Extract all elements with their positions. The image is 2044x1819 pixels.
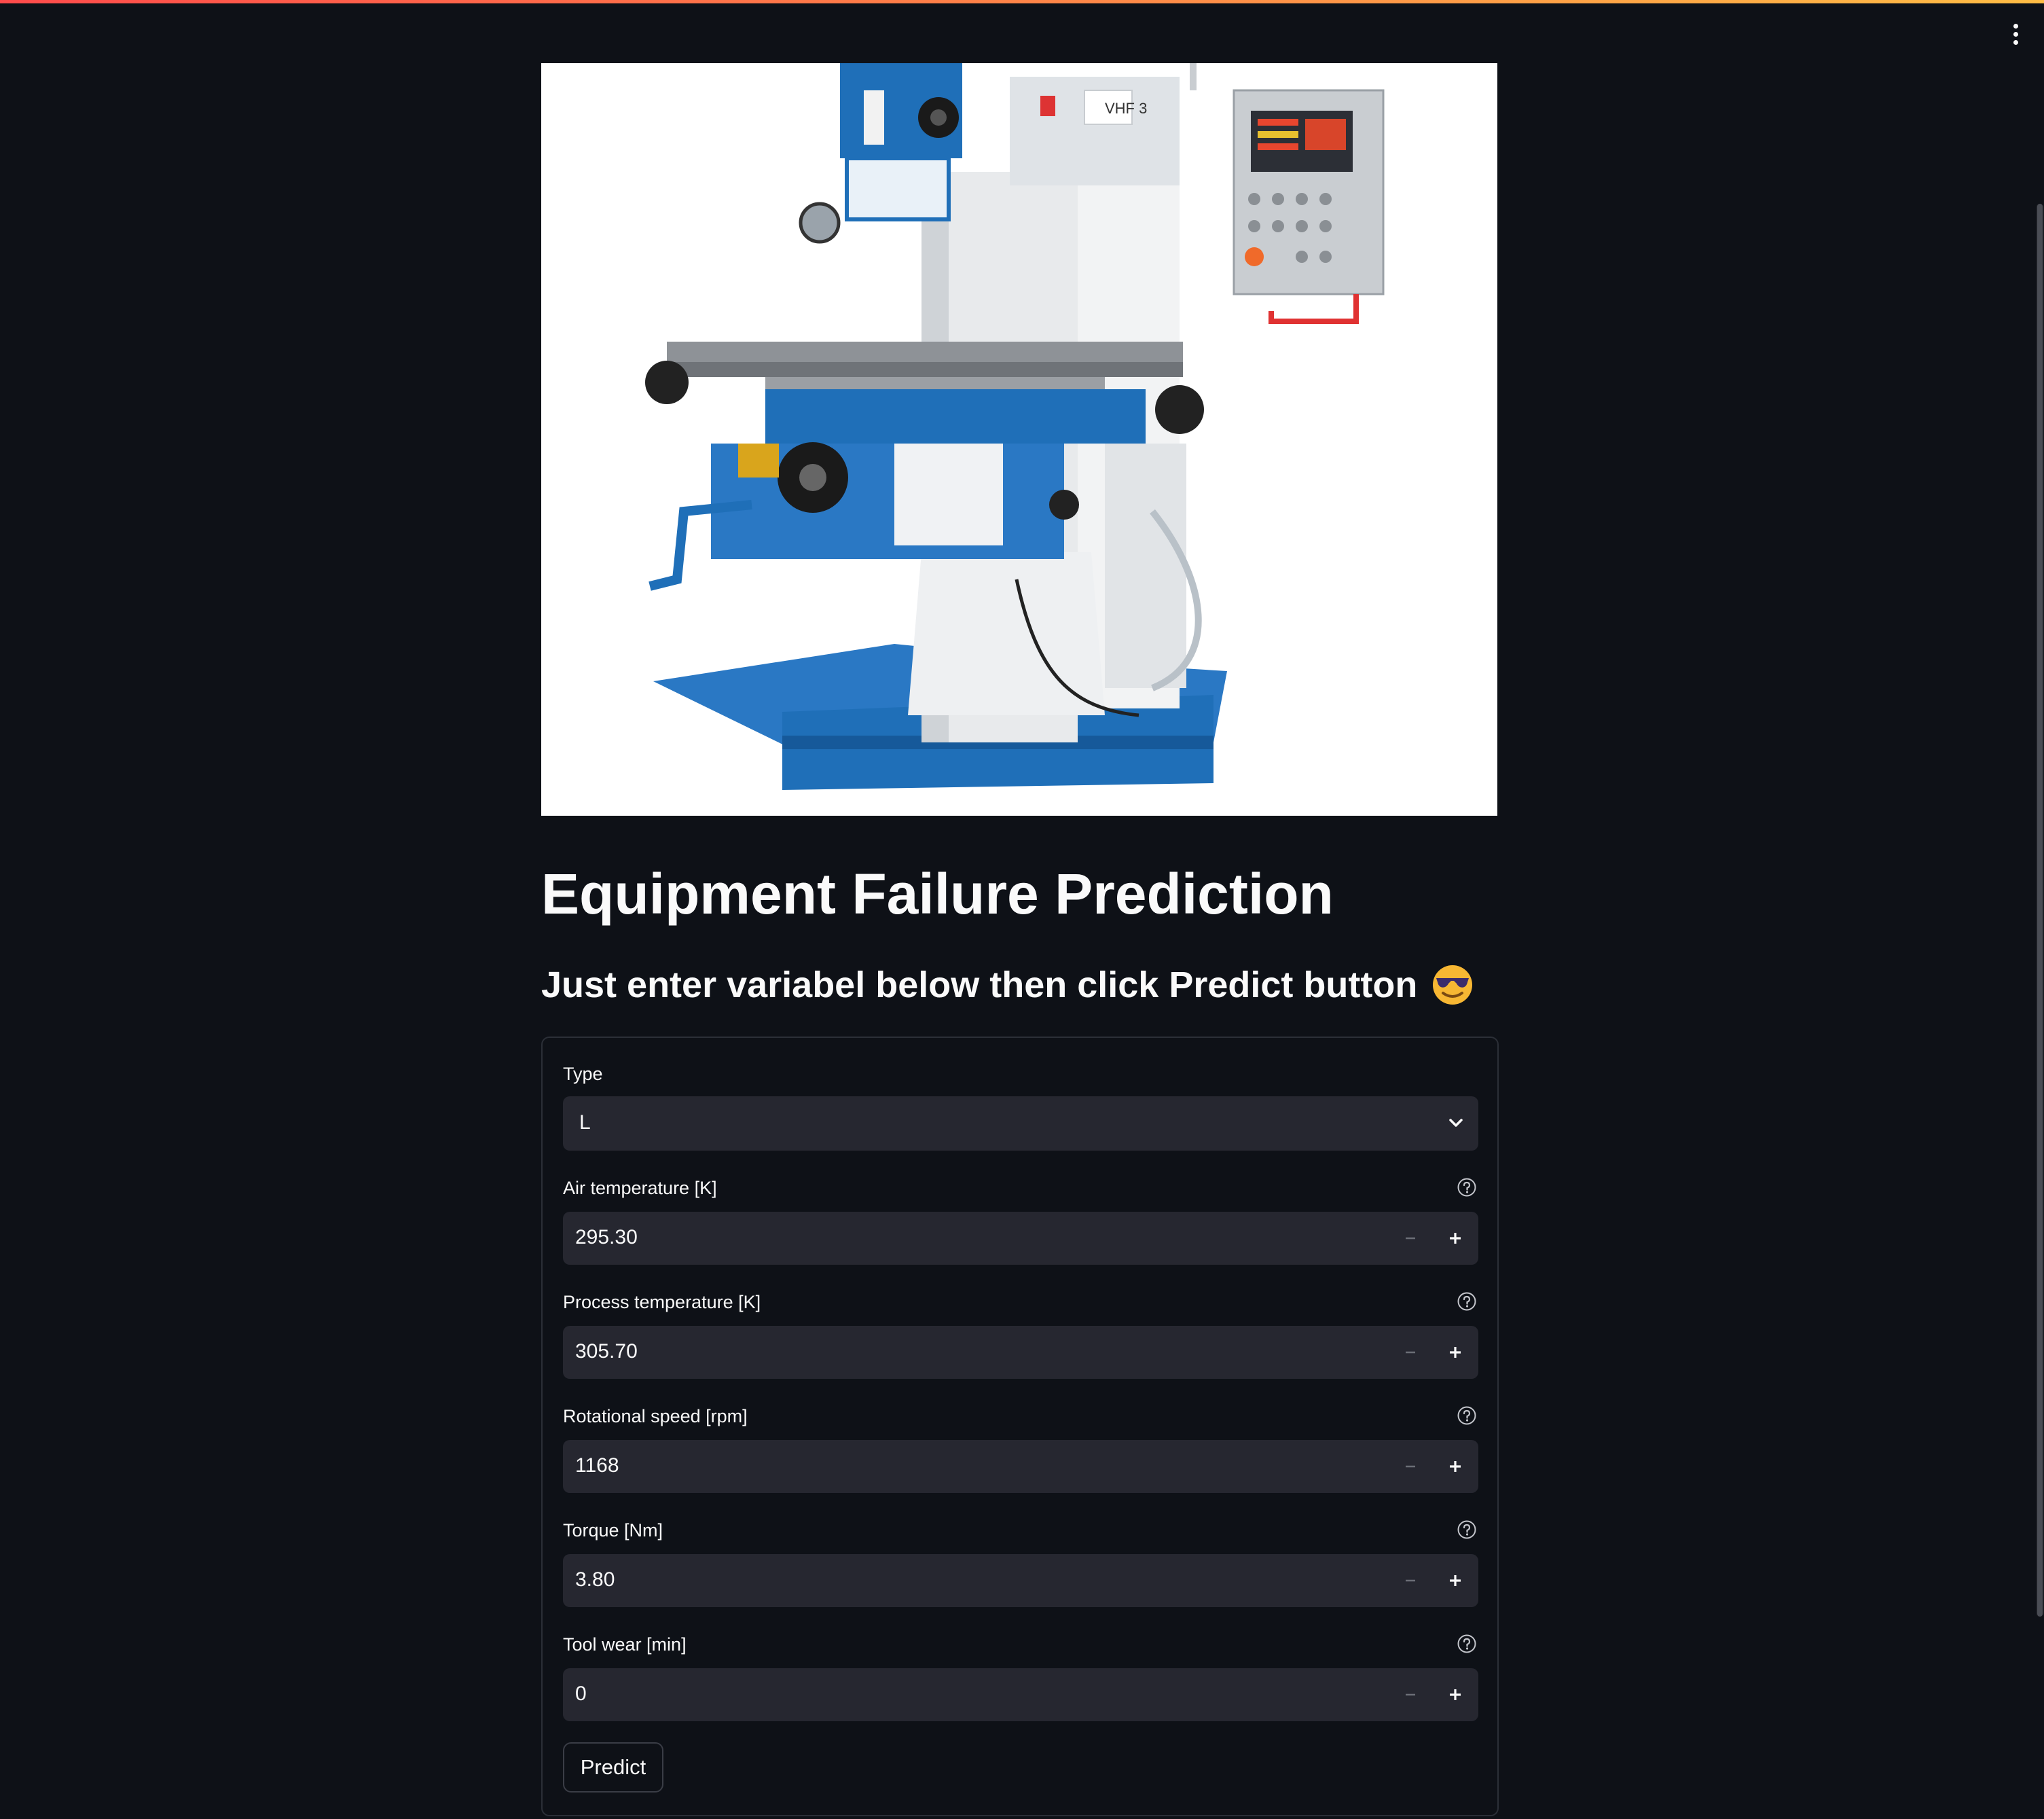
process-temperature-value: 305.70: [575, 1340, 638, 1363]
tool-wear-value: 0: [575, 1682, 587, 1705]
minus-icon: [1406, 1351, 1415, 1354]
torque-decrement-button[interactable]: [1389, 1554, 1432, 1607]
hero-image: VHF 3: [541, 63, 1497, 816]
help-icon[interactable]: [1457, 1519, 1477, 1540]
help-icon[interactable]: [1457, 1634, 1477, 1654]
page-subtitle: Just enter variabel below then click Pre…: [541, 963, 1628, 1007]
plus-icon: [1450, 1689, 1461, 1700]
torque-increment-button[interactable]: [1434, 1554, 1477, 1607]
predict-button[interactable]: Predict: [563, 1742, 663, 1793]
type-select-value: L: [579, 1111, 591, 1134]
tool-wear-label: Tool wear [min]: [563, 1634, 687, 1655]
scrollbar-thumb[interactable]: [2037, 204, 2043, 1617]
prediction-form: Type L Air temperature [K] 295.30 Proces…: [541, 1037, 1499, 1816]
svg-text:VHF 3: VHF 3: [1105, 100, 1147, 117]
torque-input[interactable]: 3.80: [563, 1554, 1478, 1607]
minus-icon: [1406, 1237, 1415, 1240]
air-temperature-increment-button[interactable]: [1434, 1212, 1477, 1265]
type-label: Type: [563, 1064, 603, 1084]
plus-icon: [1450, 1461, 1461, 1472]
subtitle-text: Just enter variabel below then click Pre…: [541, 965, 1418, 1005]
air-temperature-input[interactable]: 295.30: [563, 1212, 1478, 1265]
chevron-down-icon: [1449, 1119, 1463, 1127]
air-temperature-value: 295.30: [575, 1226, 638, 1248]
help-icon[interactable]: [1457, 1291, 1477, 1312]
process-temperature-label: Process temperature [K]: [563, 1292, 761, 1312]
air-temperature-label: Air temperature [K]: [563, 1178, 717, 1198]
minus-icon: [1406, 1693, 1415, 1696]
page-scrollbar[interactable]: [2036, 204, 2044, 1617]
milling-machine-photo: VHF 3: [541, 63, 1497, 816]
plus-icon: [1450, 1347, 1461, 1358]
torque-value: 3.80: [575, 1568, 615, 1591]
rotational-speed-value: 1168: [575, 1454, 619, 1477]
rotational-speed-label: Rotational speed [rpm]: [563, 1406, 748, 1426]
tool-wear-input[interactable]: 0: [563, 1668, 1478, 1721]
plus-icon: [1450, 1233, 1461, 1244]
type-select[interactable]: L: [563, 1096, 1478, 1151]
tool-wear-decrement-button[interactable]: [1389, 1668, 1432, 1721]
rotational-speed-input[interactable]: 1168: [563, 1440, 1478, 1493]
air-temperature-decrement-button[interactable]: [1389, 1212, 1432, 1265]
rotational-speed-increment-button[interactable]: [1434, 1440, 1477, 1493]
minus-icon: [1406, 1579, 1415, 1582]
process-temperature-decrement-button[interactable]: [1389, 1326, 1432, 1379]
torque-label: Torque [Nm]: [563, 1520, 663, 1541]
process-temperature-increment-button[interactable]: [1434, 1326, 1477, 1379]
page-title: Equipment Failure Prediction: [541, 862, 1334, 926]
main-menu-button[interactable]: [2003, 19, 2028, 49]
rotational-speed-decrement-button[interactable]: [1389, 1440, 1432, 1493]
help-icon[interactable]: [1457, 1177, 1477, 1197]
plus-icon: [1450, 1575, 1461, 1586]
top-decoration-bar: [0, 0, 2044, 3]
tool-wear-increment-button[interactable]: [1434, 1668, 1477, 1721]
smiling-face-with-sunglasses-icon: [1433, 965, 1473, 1005]
process-temperature-input[interactable]: 305.70: [563, 1326, 1478, 1379]
help-icon[interactable]: [1457, 1405, 1477, 1426]
minus-icon: [1406, 1465, 1415, 1468]
vertical-ellipsis-icon: [2013, 23, 2018, 45]
